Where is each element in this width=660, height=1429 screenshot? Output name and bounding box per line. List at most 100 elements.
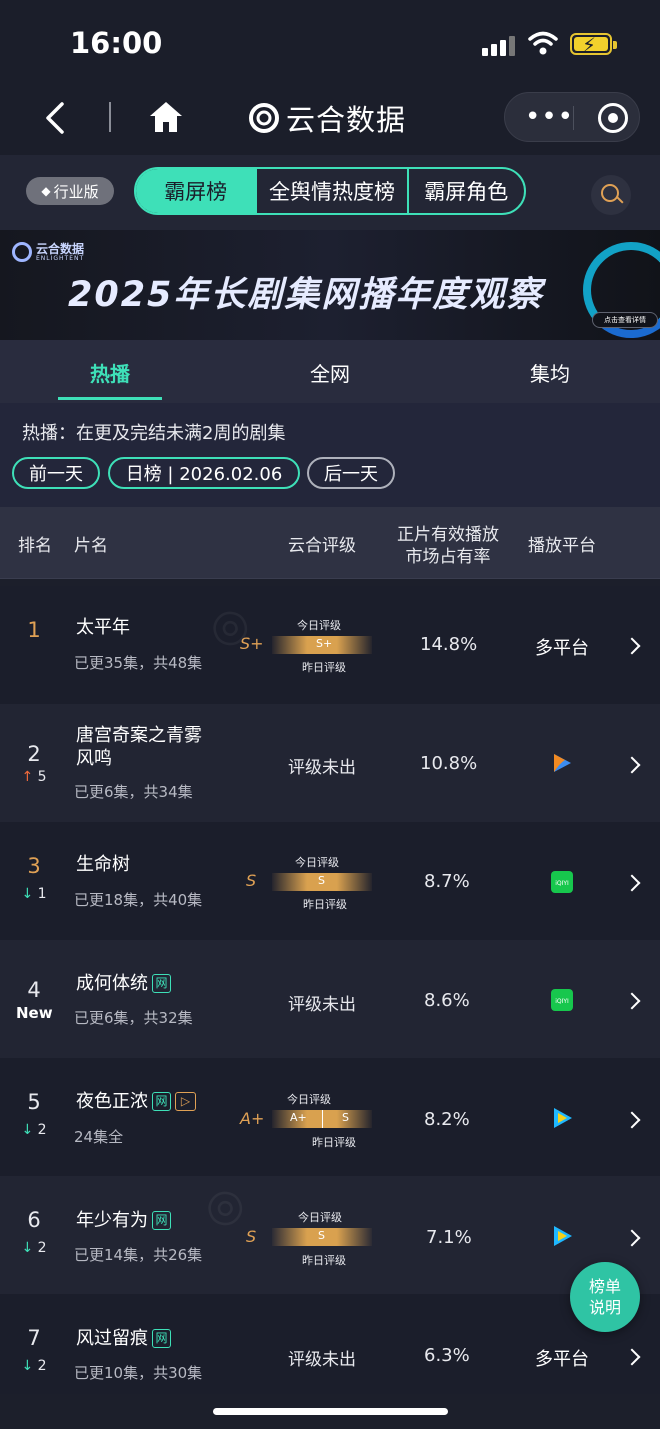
today-rating-label: 今日评级 [287, 1093, 331, 1106]
prev-day-button[interactable]: 前一天 [12, 457, 100, 489]
table-row[interactable]: 4 New 成何体统网 已更6集，共32集 评级未出 8.6% iQIYI [0, 940, 660, 1058]
home-icon[interactable] [148, 100, 184, 134]
rank-number: 7 [27, 1326, 41, 1350]
edition-badge[interactable]: ◆ 行业版 [26, 177, 114, 205]
iqiyi-icon: iQIYI [551, 989, 573, 1011]
top-bar: 16:00 ⚡ 云合数据 ••• [0, 0, 660, 155]
ranking-type-switch: 霸屏榜 全舆情热度榜 霸屏角色 [134, 167, 526, 215]
table-row[interactable]: 2 ↑ 5 唐宫奇案之青雾 风鸣 已更6集，共34集 评级未出 10.8% [0, 704, 660, 822]
banner-logo: 云合数据 ENLIGHTENT [12, 242, 84, 262]
rank-trend: ↓ 1 [21, 886, 47, 902]
yesterday-rating-label: 昨日评级 [303, 898, 347, 911]
rank-trend: ↓ 2 [21, 1240, 47, 1256]
header-rating: 云合评级 [288, 536, 356, 556]
market-share: 14.8% [420, 634, 478, 655]
banner[interactable]: 云合数据 ENLIGHTENT 2025年长剧集网播年度观察 点击查看详情 [0, 230, 660, 340]
table-row[interactable]: 6 ↓ 2 年少有为网 已更14集，共26集 S 今日评级 S 昨日评级 7.1… [0, 1176, 660, 1294]
brand: 云合数据 [248, 98, 406, 138]
table-row[interactable]: 5 ↓ 2 夜色正浓网 ▷ 24集全 A+ 今日评级 A+ S 昨日评级 8.2% [0, 1058, 660, 1176]
header-title: 片名 [74, 536, 108, 556]
back-icon[interactable] [40, 100, 70, 136]
market-share: 8.7% [424, 871, 470, 892]
banner-logo-icon [12, 242, 32, 262]
brand-name: 云合数据 [286, 103, 407, 137]
show-title: 成何体统网 [76, 972, 171, 996]
tab-episode-avg[interactable]: 集均 [495, 358, 605, 387]
arrow-up-icon: ↑ [21, 769, 34, 785]
more-icon[interactable]: ••• [525, 103, 574, 131]
show-title-line1: 唐宫奇案之青雾 [76, 725, 202, 746]
tab-bar: 热播 全网 集均 [0, 340, 660, 403]
episode-progress: 已更6集，共32集 [74, 1009, 193, 1027]
today-rating-label: 今日评级 [298, 1211, 342, 1224]
episode-progress: 已更18集，共40集 [74, 891, 203, 909]
arrow-down-icon: ↓ [21, 886, 34, 902]
table-header: 排名 片名 云合评级 正片有效播放 市场占有率 播放平台 [0, 507, 660, 579]
rank-number: 4 [27, 978, 41, 1002]
rating-value: A+ [240, 1109, 265, 1128]
market-share: 7.1% [426, 1227, 472, 1248]
chevron-right-icon[interactable] [623, 1111, 641, 1129]
rating-bar: S [272, 873, 372, 891]
segment-dominant[interactable]: 霸屏榜 [136, 169, 256, 213]
rank-trend-new: New [16, 1004, 53, 1022]
header-rank: 排名 [18, 536, 52, 556]
banner-cta[interactable]: 点击查看详情 [592, 312, 658, 328]
show-title: 生命树 [76, 854, 130, 875]
close-miniapp-icon[interactable] [598, 103, 628, 133]
rank-trend: ↓ 2 [21, 1358, 47, 1374]
market-share: 8.6% [424, 990, 470, 1011]
filter-bar: 热播：在更及完结未满2周的剧集 前一天 日榜 | 2026.02.06 后一天 [0, 403, 660, 507]
chevron-right-icon[interactable] [623, 637, 641, 655]
table-row[interactable]: 1 太平年 已更35集，共48集 S+ 今日评级 S+ 昨日评级 14.8% 多… [0, 586, 660, 704]
rating-pending: 评级未出 [288, 995, 356, 1015]
chevron-right-icon[interactable] [623, 874, 641, 892]
platform-label: 多平台 [535, 638, 589, 659]
diamond-icon: ◆ [41, 184, 51, 198]
rank-number: 2 [27, 742, 41, 766]
banner-title: 2025年长剧集网播年度观察 [68, 275, 544, 315]
next-day-button[interactable]: 后一天 [307, 457, 395, 489]
rating-bar: S+ [272, 636, 372, 654]
yesterday-rating-label: 昨日评级 [312, 1136, 356, 1149]
episode-progress: 已更35集，共48集 [74, 654, 203, 672]
ranking-info-button[interactable]: 榜单 说明 [570, 1262, 640, 1332]
chevron-right-icon[interactable] [623, 1229, 641, 1247]
rank-number: 6 [27, 1208, 41, 1232]
battery-icon: ⚡ [570, 33, 617, 57]
rank-number: 5 [27, 1090, 41, 1114]
tab-all-network[interactable]: 全网 [275, 358, 385, 387]
web-drama-badge: 网 [152, 1092, 171, 1111]
market-share: 8.2% [424, 1109, 470, 1130]
yesterday-rating-label: 昨日评级 [302, 1254, 346, 1267]
episode-progress: 已更14集，共26集 [74, 1246, 203, 1264]
show-title: 年少有为网 [76, 1209, 171, 1233]
header-platform: 播放平台 [528, 536, 596, 556]
tencent-video-icon [554, 754, 571, 772]
date-selector[interactable]: 日榜 | 2026.02.06 [108, 457, 300, 489]
segment-sentiment[interactable]: 全舆情热度榜 [255, 169, 406, 213]
status-time: 16:00 [70, 26, 163, 60]
table-row[interactable]: 7 ↓ 2 风过留痕网 已更10集，共30集 评级未出 6.3% 多平台 [0, 1294, 660, 1394]
show-title-line2: 风鸣 [76, 748, 112, 769]
chevron-right-icon[interactable] [623, 756, 641, 774]
arrow-down-icon: ↓ [21, 1358, 34, 1374]
signal-icon [482, 34, 518, 56]
tab-underline [58, 397, 162, 400]
chevron-right-icon[interactable] [623, 1348, 641, 1366]
today-rating-label: 今日评级 [295, 856, 339, 869]
miniapp-capsule: ••• [504, 92, 640, 142]
market-share: 6.3% [424, 1345, 470, 1366]
brand-logo-icon [249, 103, 279, 133]
chevron-right-icon[interactable] [623, 992, 641, 1010]
platform-label: 多平台 [535, 1349, 589, 1370]
segment-roles[interactable]: 霸屏角色 [406, 169, 524, 213]
search-icon[interactable] [591, 175, 631, 215]
svg-text:iQIYI: iQIYI [555, 998, 569, 1005]
rating-value: S [246, 871, 257, 890]
rating-value: S [246, 1227, 257, 1246]
fast-forward-icon: ▷ [175, 1092, 196, 1111]
youku-icon [554, 1226, 572, 1246]
tab-hot[interactable]: 热播 [55, 358, 165, 387]
table-row[interactable]: 3 ↓ 1 生命树 已更18集，共40集 S 今日评级 S 昨日评级 8.7% … [0, 822, 660, 940]
